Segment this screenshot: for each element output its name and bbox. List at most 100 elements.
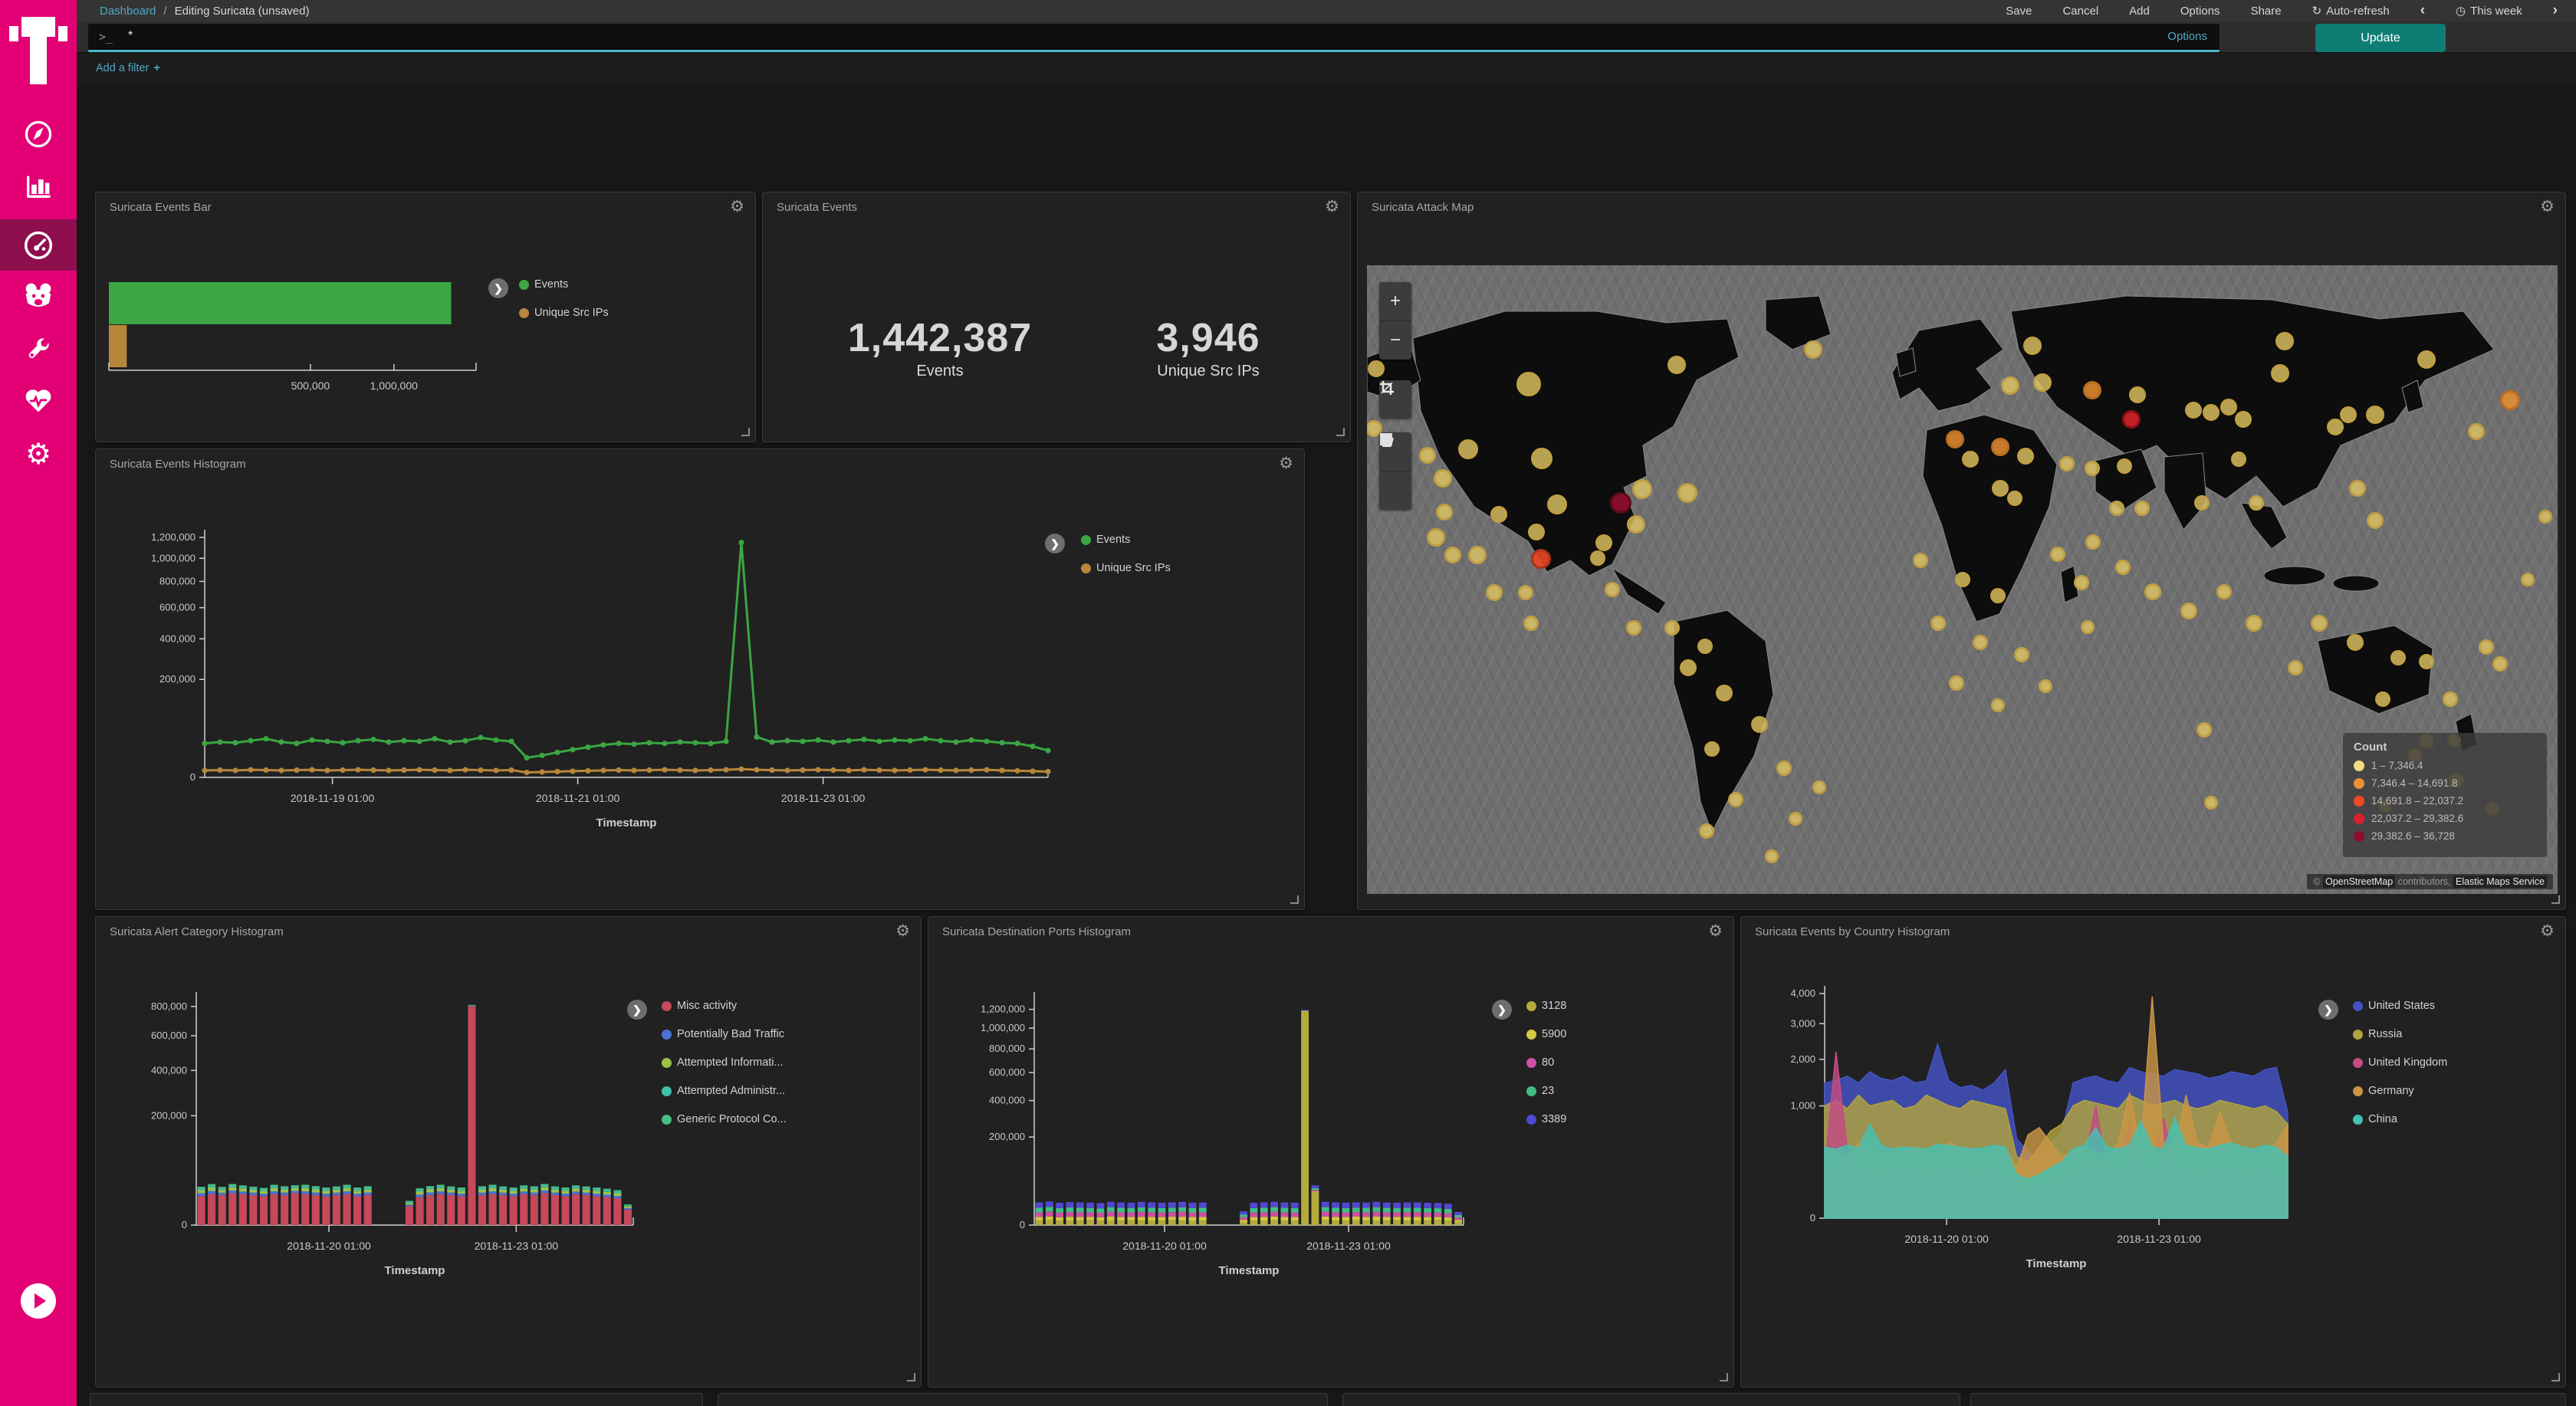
map-marker[interactable] <box>2180 603 2197 619</box>
map-marker[interactable] <box>2109 501 2124 516</box>
map-marker[interactable] <box>2085 461 2100 476</box>
map-marker[interactable] <box>2479 639 2494 655</box>
add-filter-link[interactable]: Add a filter+ <box>96 62 160 74</box>
map-marker[interactable] <box>1531 549 1551 569</box>
sidebar-item-beats[interactable] <box>0 271 77 321</box>
cancel-button[interactable]: Cancel <box>2062 5 2098 18</box>
map-marker[interactable] <box>2196 722 2212 737</box>
map-marker[interactable] <box>1992 480 2009 497</box>
map-marker[interactable] <box>1728 792 1743 807</box>
map-marker[interactable] <box>1913 553 1928 568</box>
search-input[interactable]: >_ * Options <box>88 24 2220 52</box>
time-range-button[interactable]: ◷This week <box>2456 4 2522 18</box>
sidebar-item-devtools[interactable] <box>0 324 77 375</box>
map-marker[interactable] <box>1458 439 1478 459</box>
resize-handle[interactable] <box>741 428 750 436</box>
map-marker[interactable] <box>2390 650 2406 665</box>
map-marker[interactable] <box>1949 675 1964 691</box>
map-marker[interactable] <box>1627 515 1645 534</box>
legend-item[interactable]: China <box>2353 1113 2397 1125</box>
map-marker[interactable] <box>2375 692 2390 707</box>
map-marker[interactable] <box>2249 495 2264 511</box>
map-marker[interactable] <box>2081 620 2095 634</box>
map-marker[interactable] <box>1716 685 1733 701</box>
sidebar-item-dashboard[interactable] <box>0 219 77 271</box>
legend-expand-button[interactable]: ❯ <box>488 278 508 298</box>
share-button[interactable]: Share <box>2251 5 2282 18</box>
map-marker[interactable] <box>1962 451 1979 468</box>
map-marker[interactable] <box>2134 501 2150 516</box>
map-marker[interactable] <box>2246 615 2262 632</box>
options-button[interactable]: Options <box>2180 5 2220 18</box>
map-marker[interactable] <box>1812 780 1826 794</box>
sidebar-item-discover[interactable] <box>0 109 77 159</box>
legend-item[interactable]: Attempted Informati... <box>662 1056 784 1069</box>
legend-item[interactable]: Events <box>519 278 568 291</box>
sidebar-collapse-button[interactable] <box>21 1283 56 1319</box>
map-marker[interactable] <box>2017 448 2034 465</box>
map-marker[interactable] <box>2085 534 2101 550</box>
legend-item[interactable]: United Kingdom <box>2353 1056 2447 1069</box>
map-marker[interactable] <box>2129 386 2146 403</box>
map-marker[interactable] <box>2521 573 2535 586</box>
map-marker[interactable] <box>1804 340 1822 359</box>
map-marker[interactable] <box>1680 659 1697 676</box>
world-map[interactable]: + − <box>1367 265 2558 894</box>
map-marker[interactable] <box>1444 547 1461 563</box>
map-marker[interactable] <box>1632 479 1652 499</box>
add-button[interactable]: Add <box>2129 5 2150 18</box>
map-marker[interactable] <box>1486 584 1503 601</box>
map-marker[interactable] <box>2122 410 2141 429</box>
map-marker[interactable] <box>2144 583 2161 600</box>
resize-handle[interactable] <box>1336 428 1345 436</box>
legend-expand-button[interactable]: ❯ <box>1492 1000 1512 1020</box>
map-marker[interactable] <box>2443 692 2458 707</box>
map-marker[interactable] <box>2311 615 2328 632</box>
map-marker[interactable] <box>2288 660 2303 675</box>
map-marker[interactable] <box>1704 741 1720 757</box>
map-marker[interactable] <box>2194 495 2210 511</box>
map-marker[interactable] <box>1518 585 1533 600</box>
legend-item[interactable]: Attempted Administr... <box>662 1085 785 1097</box>
sidebar-item-visualize[interactable] <box>0 161 77 212</box>
legend-item[interactable]: Germany <box>2353 1085 2414 1097</box>
map-marker[interactable] <box>1368 360 1385 377</box>
map-marker[interactable] <box>2216 584 2232 600</box>
map-marker[interactable] <box>2059 456 2075 471</box>
zoom-out-button[interactable]: − <box>1379 321 1411 360</box>
map-marker[interactable] <box>2327 419 2344 435</box>
map-marker[interactable] <box>2468 423 2485 440</box>
map-marker[interactable] <box>2367 512 2384 529</box>
legend-expand-button[interactable]: ❯ <box>627 1000 647 1020</box>
resize-handle[interactable] <box>907 1373 915 1381</box>
map-marker[interactable] <box>1946 430 1964 448</box>
map-marker[interactable] <box>2275 332 2294 350</box>
resize-handle[interactable] <box>1720 1373 1728 1381</box>
map-marker[interactable] <box>1605 582 1620 597</box>
time-next-button[interactable]: › <box>2553 2 2558 19</box>
time-prev-button[interactable]: ‹ <box>2420 2 2425 19</box>
resize-handle[interactable] <box>2551 1373 2560 1381</box>
map-marker[interactable] <box>1664 620 1680 636</box>
map-marker[interactable] <box>1955 572 1970 587</box>
map-marker[interactable] <box>2115 560 2131 575</box>
legend-item[interactable]: Misc activity <box>662 1000 737 1012</box>
map-marker[interactable] <box>2117 458 2132 474</box>
map-marker[interactable] <box>1930 616 1946 631</box>
legend-item[interactable]: Potentially Bad Traffic <box>662 1028 784 1040</box>
map-marker[interactable] <box>1595 534 1612 551</box>
fit-bounds-button[interactable] <box>1379 380 1411 419</box>
map-marker[interactable] <box>2203 404 2220 421</box>
legend-expand-button[interactable]: ❯ <box>2318 1000 2338 1020</box>
map-marker[interactable] <box>1516 372 1541 396</box>
map-marker[interactable] <box>2231 452 2246 467</box>
map-marker[interactable] <box>1528 524 1545 540</box>
panel-gear-icon[interactable]: ⚙ <box>1325 199 1339 215</box>
telekom-logo[interactable] <box>9 17 67 84</box>
map-marker[interactable] <box>1626 620 1641 636</box>
map-marker[interactable] <box>1610 492 1631 514</box>
sidebar-item-management[interactable]: ⚙ <box>0 429 77 480</box>
sidebar-item-monitoring[interactable] <box>0 376 77 426</box>
elastic-maps-service-link[interactable]: Elastic Maps Service <box>2453 875 2547 888</box>
legend-item[interactable]: Unique Src IPs <box>519 307 609 319</box>
